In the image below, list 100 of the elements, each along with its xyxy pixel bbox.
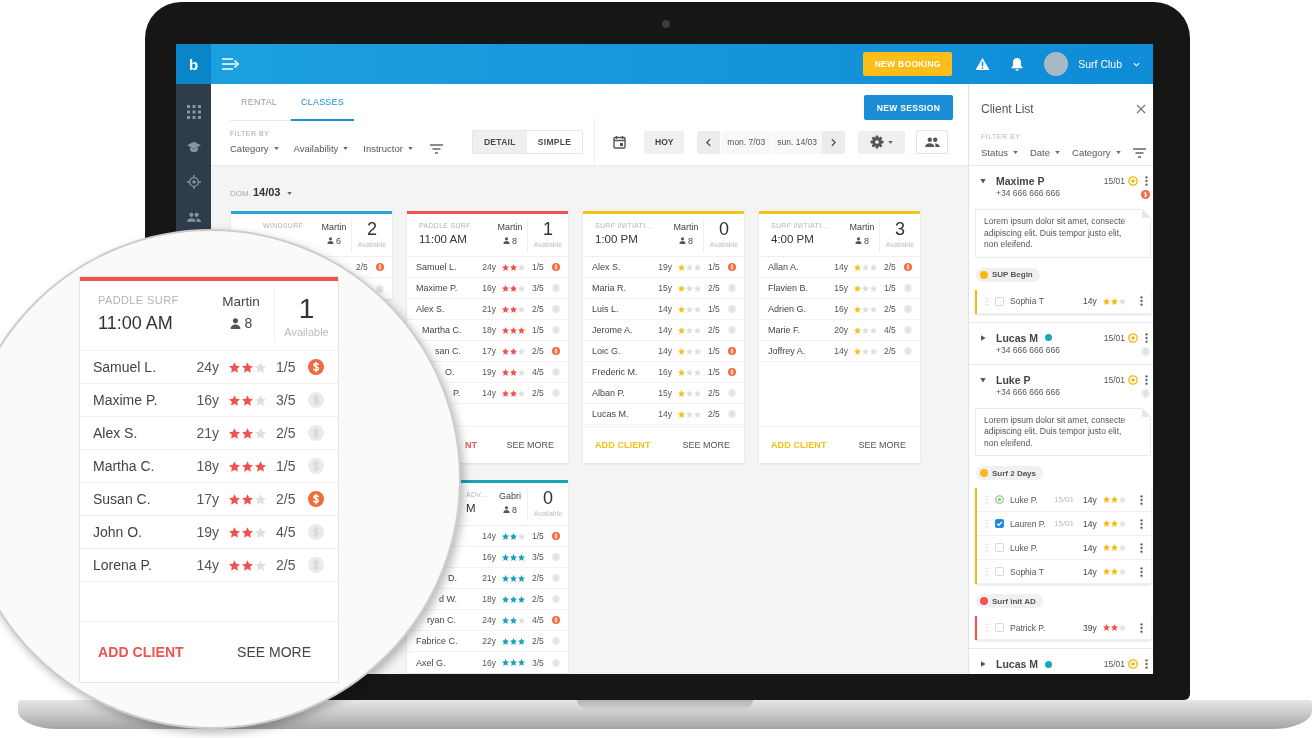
chevron-left-icon[interactable] [706, 137, 712, 147]
student-name[interactable]: Sophia T [1010, 566, 1044, 577]
person-icon [503, 506, 510, 513]
week-start-date[interactable]: mon. 7/03 [720, 130, 772, 154]
calendar-icon[interactable] [613, 135, 627, 149]
person-icon [503, 237, 510, 244]
chevron-down-icon[interactable] [1133, 61, 1140, 67]
dropdown-caret-icon[interactable] [1055, 151, 1060, 154]
more-options-icon[interactable] [1140, 566, 1143, 577]
filter-icon[interactable] [429, 143, 443, 154]
student-name[interactable]: Patrick P. [1010, 622, 1046, 633]
more-options-icon[interactable] [1140, 494, 1143, 505]
week-end-date[interactable]: sun. 14/03 [771, 130, 823, 154]
people-icon[interactable] [186, 210, 201, 224]
dropdown-caret-icon[interactable] [1115, 151, 1121, 154]
instructor-name: Martin [321, 222, 347, 233]
client-name[interactable]: Maxime P [996, 175, 1045, 187]
camera-dot-icon [662, 20, 670, 28]
session-count: 1/5 [532, 531, 544, 541]
caret-icon[interactable] [980, 376, 986, 383]
student-age: 17y [482, 346, 496, 356]
person-icon [855, 237, 862, 244]
student-name[interactable]: Luke P. [1010, 494, 1038, 505]
student-name[interactable]: Lauren P. [1010, 518, 1046, 529]
caret-icon[interactable] [980, 661, 986, 667]
target-icon[interactable] [186, 175, 201, 189]
filter-dropdown[interactable]: Instructor [363, 143, 403, 154]
student-name: san C. [435, 346, 461, 356]
checkbox[interactable] [995, 519, 1004, 528]
more-options-icon[interactable] [1145, 659, 1148, 669]
student-name[interactable]: Luke P. [1010, 542, 1038, 553]
star-icon [255, 361, 266, 373]
chevron-right-icon[interactable] [831, 137, 837, 147]
class-time: 11:00 AM [98, 312, 173, 334]
filter-dropdown[interactable]: Availability [293, 143, 339, 154]
client-name[interactable]: Luke P [996, 373, 1031, 386]
settings-button[interactable] [858, 130, 906, 154]
more-options-icon[interactable] [1140, 542, 1143, 553]
caret-icon[interactable] [980, 334, 986, 341]
session-count: 1/5 [532, 262, 544, 272]
warning-icon[interactable] [975, 57, 991, 71]
filter-dropdown[interactable]: Category [1072, 147, 1111, 158]
class-card[interactable]: PADDLE SURF 11:00 AM Martin 8 1 Available Samuel L. 24y 1/5 Maxime P. 16y 3/5 Alex S. 21y 2/5 Martha C. 18y 1/5 Susan C. 17y 2/5 John O. 19y 4/5 Lorena P. 14y 2/5 ADD CLIENT SEE MORE [80, 277, 338, 682]
menu-icon[interactable] [222, 57, 240, 71]
person-icon [229, 317, 241, 329]
view-mode-button[interactable]: DETAIL [472, 131, 527, 153]
client-date: 15/01 [1103, 176, 1125, 186]
student-age: 21y [196, 425, 219, 441]
account-name[interactable]: Surf Club [1078, 58, 1122, 70]
see-more-button[interactable]: SEE MORE [237, 644, 311, 660]
clients-button[interactable] [916, 130, 949, 154]
more-options-icon[interactable] [1140, 518, 1143, 529]
apps-grid-icon[interactable] [186, 105, 201, 119]
student-age: 20y [834, 325, 848, 335]
notifications-bell-icon[interactable] [1010, 56, 1025, 72]
person-icon [327, 237, 334, 244]
student-name[interactable]: Sophia T [1010, 296, 1044, 306]
dropdown-caret-icon[interactable] [1012, 151, 1018, 154]
session-count: 3/5 [532, 283, 544, 293]
student-age: 18y [482, 594, 496, 604]
day-date[interactable]: 14/03 [252, 186, 281, 198]
dropdown-caret-icon[interactable] [273, 147, 279, 150]
tab[interactable]: CLASSES [291, 84, 354, 121]
caret-icon[interactable] [980, 178, 986, 184]
today-button[interactable]: HOY [644, 130, 685, 154]
session-count: 4/5 [276, 524, 296, 540]
more-options-icon[interactable] [1140, 296, 1143, 306]
dropdown-caret-icon[interactable] [343, 147, 349, 150]
capacity-count: 8 [864, 235, 869, 246]
see-more-button[interactable]: SEE MORE [506, 440, 554, 450]
filter-dropdown[interactable]: Date [1029, 147, 1050, 158]
instructor-name: Gabri [499, 491, 521, 502]
see-more-button[interactable]: SEE MORE [682, 440, 730, 450]
class-time: 11:00 AM [419, 232, 467, 246]
filter-dropdown[interactable]: Status [981, 147, 1008, 158]
class-card[interactable] [583, 211, 744, 463]
dropdown-caret-icon[interactable] [407, 147, 413, 150]
student-age: 14y [658, 346, 672, 356]
close-icon[interactable] [1136, 104, 1146, 114]
client-date: 15/01 [1103, 374, 1125, 385]
student-name: P. [453, 388, 461, 398]
client-name[interactable]: Lucas M [996, 331, 1038, 344]
student-name: Axel G. [416, 657, 446, 668]
app-logo[interactable]: b [176, 44, 211, 84]
add-client-button[interactable]: NT [465, 440, 478, 450]
student-age: 24y [482, 615, 496, 625]
client-name[interactable]: Lucas M [996, 658, 1038, 670]
dropdown-caret-icon[interactable] [287, 191, 293, 195]
filter-dropdown[interactable]: Category [230, 143, 269, 154]
student-age: 15y [658, 388, 672, 398]
more-options-icon[interactable] [1145, 332, 1148, 343]
group-name: Surf init AD [992, 596, 1036, 606]
graduation-cap-icon[interactable] [186, 140, 201, 154]
more-options-icon[interactable] [1140, 622, 1143, 633]
new-session-button[interactable]: NEW SESSION [864, 95, 953, 120]
filter-icon[interactable] [1133, 147, 1146, 158]
dropdown-caret-icon[interactable] [888, 140, 894, 144]
more-options-icon[interactable] [1145, 374, 1148, 385]
more-options-icon[interactable] [1145, 176, 1148, 186]
see-more-button[interactable]: SEE MORE [858, 440, 906, 450]
